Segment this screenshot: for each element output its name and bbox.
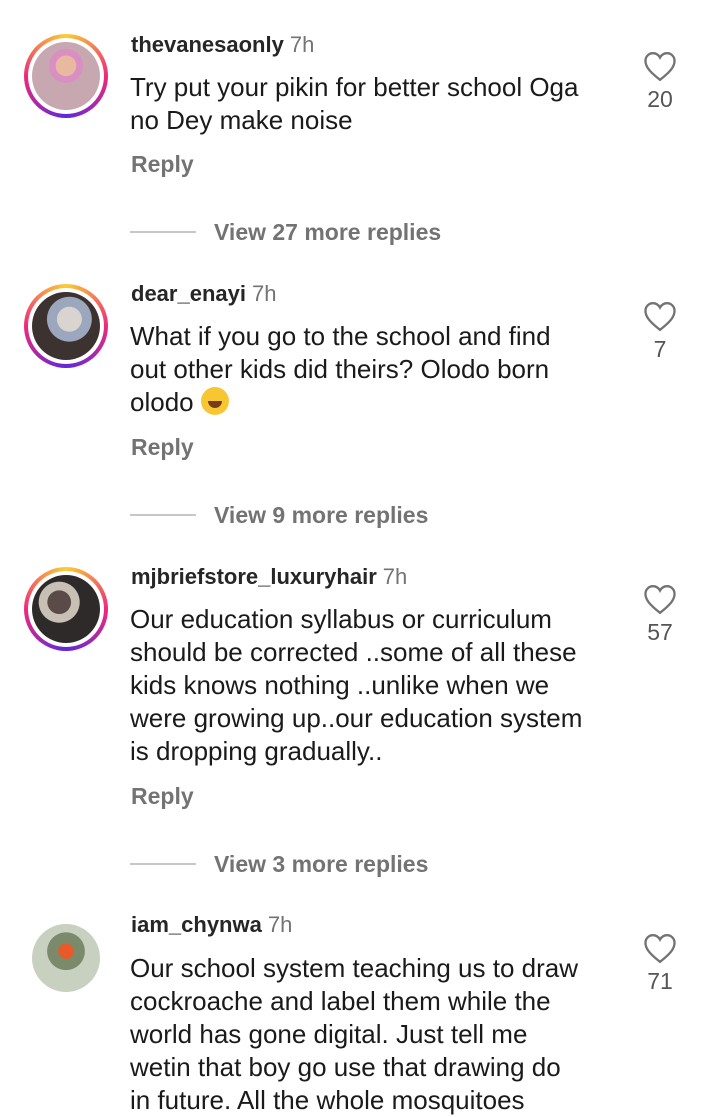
like-count: 20: [647, 86, 673, 112]
like-button[interactable]: 57: [636, 583, 684, 646]
avatar[interactable]: [24, 567, 108, 651]
like-count: 57: [647, 619, 673, 645]
divider: [130, 863, 196, 865]
avatar-image: [32, 292, 100, 360]
reply-button[interactable]: Reply: [131, 151, 194, 178]
avatar[interactable]: [24, 34, 108, 118]
comment-username[interactable]: iam_chynwa 7h: [131, 912, 292, 938]
heart-icon: [644, 585, 676, 615]
avatar-image: [32, 924, 100, 992]
comment-username[interactable]: mjbriefstore_luxuryhair 7h: [131, 564, 407, 590]
comment-text: Our education syllabus or curriculum sho…: [130, 604, 583, 766]
divider: [130, 231, 196, 233]
comment-time: 7h: [382, 564, 408, 589]
view-more-replies[interactable]: View 3 more replies: [130, 849, 428, 879]
like-button[interactable]: 20: [636, 50, 684, 113]
comment-username[interactable]: thevanesaonly 7h: [131, 32, 314, 58]
comment-time: 7h: [251, 281, 277, 306]
laughing-emoji-icon: [200, 387, 229, 415]
like-count: 7: [653, 336, 667, 362]
comment-time: 7h: [267, 912, 293, 937]
like-button[interactable]: 7: [636, 300, 684, 363]
avatar[interactable]: [24, 284, 108, 368]
avatar-image: [32, 42, 100, 110]
divider: [130, 514, 196, 516]
avatar-image: [32, 575, 100, 643]
like-button[interactable]: 71: [636, 932, 684, 995]
heart-icon: [644, 934, 676, 964]
reply-button[interactable]: Reply: [131, 783, 194, 810]
comment-text: Try put your pikin for better school Oga…: [130, 72, 579, 135]
avatar[interactable]: [24, 916, 108, 1000]
comment-text: Our school system teaching us to draw co…: [130, 953, 578, 1115]
comment-time: 7h: [289, 32, 315, 57]
heart-icon: [644, 302, 676, 332]
comment-username[interactable]: dear_enayi 7h: [131, 281, 276, 307]
heart-icon: [644, 52, 676, 82]
view-more-replies[interactable]: View 9 more replies: [130, 500, 428, 530]
reply-button[interactable]: Reply: [131, 434, 194, 461]
comment-text: What if you go to the school and find ou…: [130, 321, 551, 417]
like-count: 71: [647, 968, 673, 994]
view-more-replies[interactable]: View 27 more replies: [130, 217, 441, 247]
